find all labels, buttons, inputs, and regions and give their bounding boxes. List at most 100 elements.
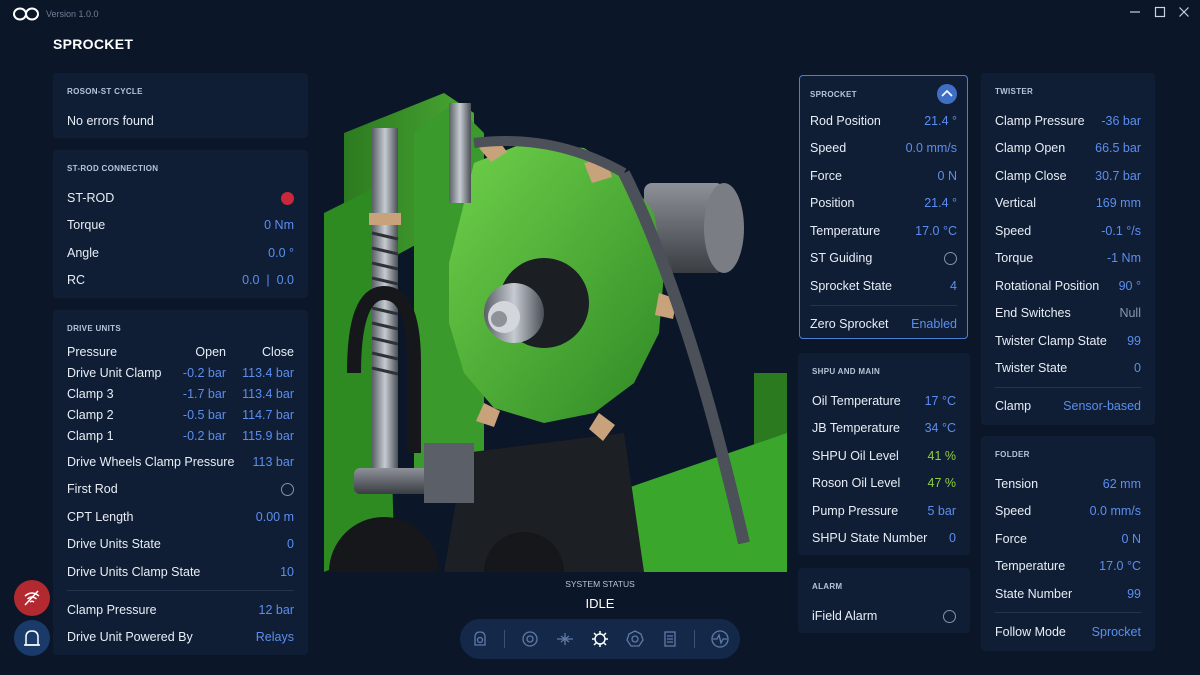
shpu-panel: SHPU AND MAIN Oil Temperature 17 °C JB T… [798,353,970,555]
divider [995,387,1141,388]
table-cell: 113.4 bar [242,387,294,401]
row-label: Twister State [995,361,1068,375]
row-label: ST Guiding [810,251,873,265]
row-label: End Switches [995,306,1071,320]
rod-nav-icon[interactable] [520,629,540,649]
position-row: Position 21.4 ° [810,196,957,214]
row-value: 0 N [937,169,957,183]
row-value: 99 [1127,334,1141,348]
row-label: SHPU State Number [812,531,928,545]
app-version: Version 1.0.0 [46,9,99,19]
rc-row: RC 0.0 | 0.0 [67,273,294,291]
row-value: 0.00 m [255,510,294,524]
sprocket-state-row: Sprocket State 4 [810,279,957,297]
shpu-oil-level-row: SHPU Oil Level 41 % [812,449,956,467]
table-cell: Clamp 2 [67,408,114,422]
divider [995,612,1141,613]
maximize-button[interactable] [1151,6,1169,22]
roson-cycle-panel: ROSON-ST CYCLE No errors found [53,73,308,138]
panel-header: FOLDER [995,450,1030,459]
row-value: 47 % [927,476,957,490]
row-label: SHPU Oil Level [812,449,899,463]
pulse-nav-icon[interactable] [710,629,730,649]
table-row: Clamp 3 -1.7 bar 113.4 bar [67,387,294,405]
row-label: First Rod [67,482,118,496]
wifi-off-button[interactable] [14,580,50,616]
row-label: Zero Sprocket [810,317,889,331]
minimize-button[interactable] [1126,6,1144,22]
system-status-value: IDLE [585,596,615,611]
zero-sprocket-row: Zero Sprocket Enabled [810,317,957,335]
wifi-off-icon [24,590,40,606]
page-title: SPROCKET [53,36,134,52]
clamp-mode-value[interactable]: Sensor-based [1063,399,1141,413]
row-value: 0.0 mm/s [905,141,957,155]
folder-nav-icon[interactable] [660,629,680,649]
st-rod-row: ST-ROD [67,191,294,209]
shpu-state-number-row: SHPU State Number 0 [812,531,956,549]
panel-header: ST-ROD CONNECTION [67,164,159,173]
table-cell: -0.2 bar [182,366,226,380]
row-value: 17.0 °C [915,224,957,238]
row-label: Vertical [995,196,1036,210]
machine-3d-view [324,73,787,572]
row-value: 0 Nm [264,218,294,232]
row-value: 66.5 bar [1095,141,1141,155]
row-label: Clamp Close [995,169,1067,183]
row-label: Twister Clamp State [995,334,1107,348]
table-cell: 113.4 bar [242,366,294,380]
table-cell: -0.5 bar [182,408,226,422]
row-value: 17.0 °C [1099,559,1141,573]
row-value: -0.1 °/s [1101,224,1141,238]
row-value: 30.7 bar [1095,169,1141,183]
twister-row: Vertical 169 mm [995,196,1141,214]
twister-nav-icon[interactable] [555,629,575,649]
twister-row: Speed -0.1 °/s [995,224,1141,242]
row-label: Position [810,196,855,210]
first-rod-indicator [281,483,294,496]
gear-nav-icon[interactable] [625,629,645,649]
folder-row: State Number 99 [995,587,1141,605]
table-cell: Clamp 1 [67,429,114,443]
collapse-button[interactable] [937,84,957,104]
drive-units-state-row: Drive Units State 0 [67,537,294,555]
ifield-alarm-indicator [943,610,956,623]
row-label: JB Temperature [812,421,901,435]
row-label: Clamp Pressure [67,603,157,617]
row-label: ST-ROD [67,191,115,205]
roson-cycle-message: No errors found [67,114,154,128]
zero-sprocket-value[interactable]: Enabled [911,317,957,331]
panel-header: TWISTER [995,87,1034,96]
clamp-pressure-row: Clamp Pressure 12 bar [67,603,294,621]
row-value: 5 bar [927,504,957,518]
row-label: Pump Pressure [812,504,899,518]
row-label: Torque [67,218,106,232]
row-value: 169 mm [1095,196,1141,210]
bell-button[interactable] [14,620,50,656]
alarm-panel: ALARM iField Alarm [798,568,970,633]
row-value: 62 mm [1102,477,1141,491]
follow-mode-value[interactable]: Sprocket [1092,625,1141,639]
row-label: Drive Units Clamp State [67,565,201,579]
row-label: Temperature [995,559,1066,573]
panel-header: ALARM [812,582,843,591]
temperature-row: Temperature 17.0 °C [810,224,957,242]
cpt-length-row: CPT Length 0.00 m [67,510,294,528]
drive-wheels-clamp-row: Drive Wheels Clamp Pressure 113 bar [67,455,294,473]
row-label: Drive Unit Powered By [67,630,193,644]
row-value: 34 °C [924,421,956,435]
nav-separator [504,630,505,648]
sprocket-nav-icon[interactable] [590,629,610,649]
drive-unit-powered-by-row: Drive Unit Powered By Relays [67,630,294,648]
close-button[interactable] [1175,6,1193,22]
rod-position-row: Rod Position 21.4 ° [810,114,957,132]
row-value: 10 [280,565,294,579]
first-rod-row: First Rod [67,482,294,500]
st-rod-status-indicator [281,192,294,205]
clamp-mode-row: Clamp Sensor-based [995,399,1141,417]
drive-unit-nav-icon[interactable] [470,629,490,649]
row-value: 0 N [1121,532,1141,546]
folder-row: Speed 0.0 mm/s [995,504,1141,522]
row-value: 12 bar [258,603,294,617]
table-cell: -1.7 bar [182,387,226,401]
